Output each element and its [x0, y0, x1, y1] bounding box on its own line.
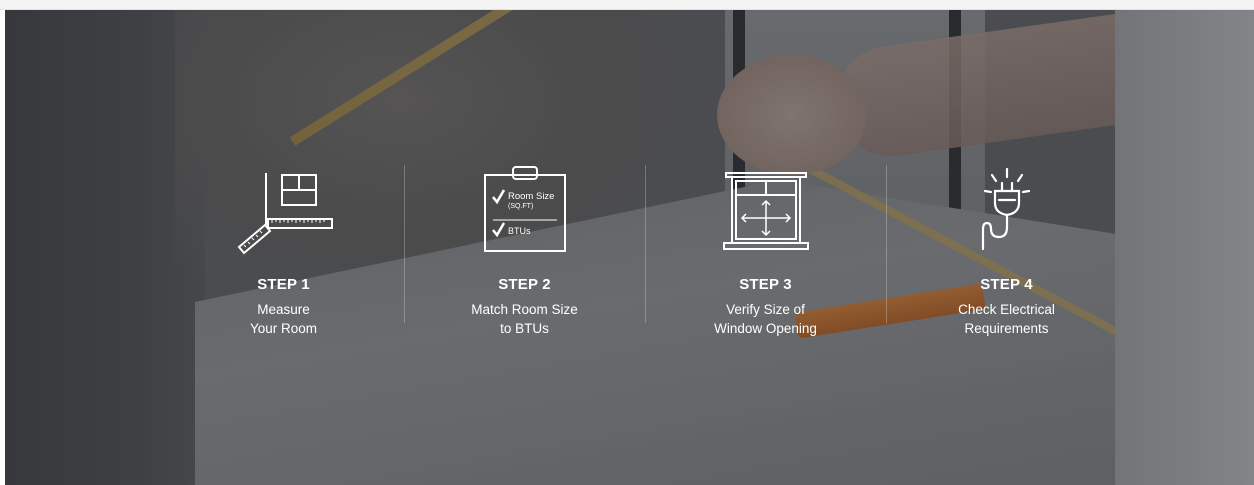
step-title: STEP 1 — [257, 276, 310, 293]
step-description: Measure Your Room — [163, 300, 404, 338]
step-description-line: Match Room Size — [471, 302, 578, 317]
icon-label-sqft: (SQ.FT) — [508, 203, 533, 210]
step-title: STEP 2 — [498, 276, 551, 293]
step-title: STEP 4 — [980, 276, 1033, 293]
step-1: STEP 1 Measure Your Room — [163, 160, 404, 340]
step-description: Match Room Size to BTUs — [404, 300, 645, 338]
clipboard-checklist-icon: Room Size (SQ.FT) BTUs — [483, 166, 566, 252]
step-description-line: Window Opening — [714, 321, 817, 336]
step-description-line: to BTUs — [500, 321, 549, 336]
step-2: Room Size (SQ.FT) BTUs STEP 2 Match Room… — [404, 160, 645, 340]
window-size-icon — [722, 172, 809, 250]
step-description-line: Verify Size of — [726, 302, 805, 317]
icon-label-btus: BTUs — [508, 226, 531, 236]
step-description: Verify Size of Window Opening — [645, 300, 886, 338]
step-description-line: Measure — [257, 302, 310, 317]
step-3: STEP 3 Verify Size of Window Opening — [645, 160, 886, 340]
steps-row: STEP 1 Measure Your Room Room Size (SQ.F… — [163, 160, 1129, 340]
measure-room-icon — [237, 173, 333, 255]
step-title: STEP 3 — [739, 276, 792, 293]
electrical-plug-icon — [981, 167, 1030, 251]
top-strip — [0, 0, 1254, 10]
step-description-line: Check Electrical — [958, 302, 1055, 317]
step-4: STEP 4 Check Electrical Requirements — [886, 160, 1127, 340]
icon-label-room-size: Room Size — [508, 191, 554, 202]
step-description: Check Electrical Requirements — [886, 300, 1127, 338]
step-description-line: Your Room — [249, 321, 318, 336]
step-description-line: Requirements — [964, 321, 1049, 336]
